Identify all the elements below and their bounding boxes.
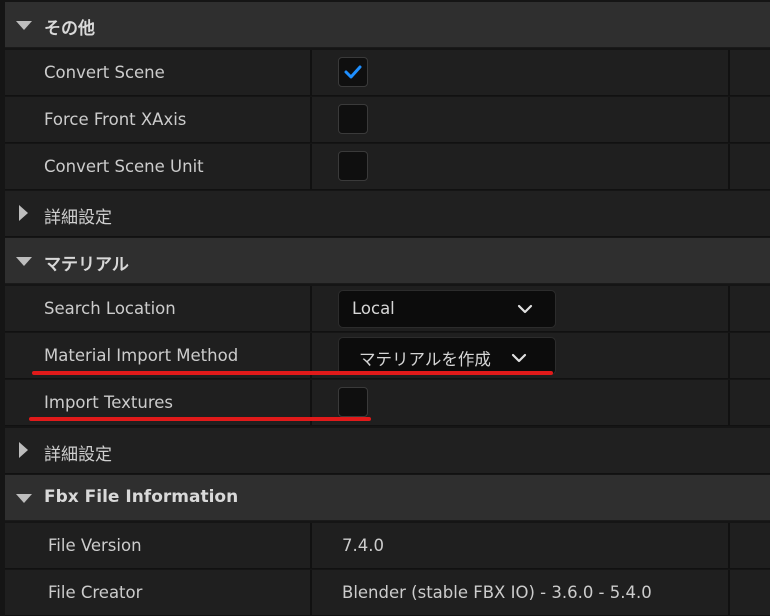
property-value-cell <box>310 50 730 96</box>
advanced-group-other[interactable]: 詳細設定 <box>5 191 770 237</box>
property-row-convert-scene-unit: Convert Scene Unit <box>5 144 770 190</box>
convert-scene-checkbox[interactable] <box>338 57 368 87</box>
dropdown-value: Local <box>352 299 395 318</box>
triangle-right-icon[interactable] <box>19 205 28 221</box>
chevron-down-icon <box>517 304 533 314</box>
property-row-search-location: Search Location Local <box>5 286 770 332</box>
triangle-down-icon[interactable] <box>16 494 32 503</box>
import-textures-checkbox[interactable] <box>338 387 368 417</box>
convert-scene-unit-checkbox[interactable] <box>338 151 368 181</box>
force-front-xaxis-checkbox[interactable] <box>338 104 368 134</box>
property-value-cell: Local <box>310 286 730 332</box>
section-title: その他 <box>44 19 95 39</box>
property-value-cell <box>310 97 730 143</box>
section-title: Fbx File Information <box>44 487 239 507</box>
property-label: File Creator <box>48 583 143 602</box>
property-value-cell <box>310 144 730 190</box>
property-value-cell: Blender (stable FBX IO) - 3.6.0 - 5.4.0 <box>310 570 730 616</box>
group-label: 詳細設定 <box>44 445 112 465</box>
property-row-file-version: File Version 7.4.0 <box>5 523 770 569</box>
property-row-file-creator: File Creator Blender (stable FBX IO) - 3… <box>5 570 770 616</box>
property-value-cell <box>310 380 730 426</box>
triangle-right-icon[interactable] <box>19 442 28 458</box>
annotation-underline-import-textures <box>29 417 371 421</box>
file-creator-value: Blender (stable FBX IO) - 3.6.0 - 5.4.0 <box>342 583 652 602</box>
chevron-down-icon <box>511 353 527 363</box>
section-header-material[interactable]: マテリアル <box>5 238 770 284</box>
checkmark-icon <box>344 65 362 79</box>
triangle-down-icon[interactable] <box>16 257 32 266</box>
dropdown-value: マテリアルを作成 <box>359 350 491 369</box>
material-import-method-dropdown[interactable]: マテリアルを作成 <box>338 337 556 375</box>
property-value-cell: 7.4.0 <box>310 523 730 569</box>
advanced-group-material[interactable]: 詳細設定 <box>5 428 770 474</box>
property-label: Search Location <box>44 299 176 318</box>
triangle-down-icon[interactable] <box>16 21 32 30</box>
property-label: Convert Scene Unit <box>44 157 204 176</box>
section-title: マテリアル <box>44 255 129 275</box>
search-location-dropdown[interactable]: Local <box>338 290 556 328</box>
group-label: 詳細設定 <box>44 208 112 228</box>
property-row-force-front-xaxis: Force Front XAxis <box>5 97 770 143</box>
property-row-convert-scene: Convert Scene <box>5 50 770 96</box>
property-label: Force Front XAxis <box>44 110 187 129</box>
property-label: File Version <box>48 536 142 555</box>
section-header-other[interactable]: その他 <box>5 2 770 48</box>
section-header-fbx-file-information[interactable]: Fbx File Information <box>5 475 770 521</box>
property-label: Convert Scene <box>44 63 165 82</box>
property-label: Material Import Method <box>44 346 239 365</box>
details-panel: その他 Convert Scene Force Front XAxis Conv… <box>0 0 770 616</box>
property-label: Import Textures <box>44 393 174 412</box>
file-version-value: 7.4.0 <box>342 536 384 555</box>
annotation-underline-material-import-method <box>32 371 553 375</box>
